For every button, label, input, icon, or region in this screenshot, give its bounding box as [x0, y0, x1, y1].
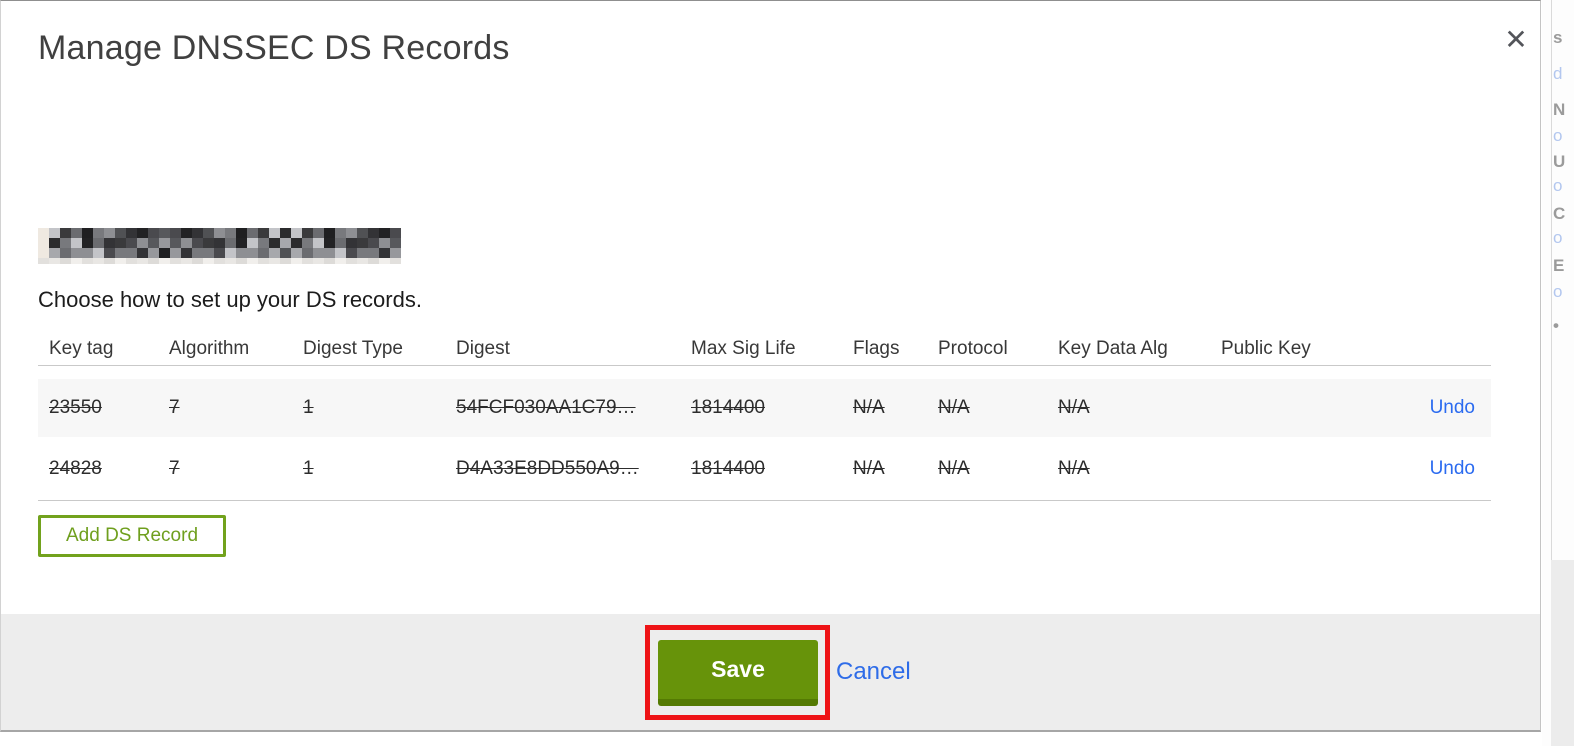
page-behind-text-fragment: o: [1553, 282, 1563, 301]
cell-key-tag: 23550: [49, 397, 102, 418]
page-behind-text-fragment: C: [1553, 204, 1566, 223]
modal-title: Manage DNSSEC DS Records: [38, 29, 510, 67]
page-behind-text-fragment: o: [1553, 228, 1563, 247]
column-header-digest: Digest: [456, 338, 510, 359]
page-behind-text-fragment: N: [1553, 100, 1566, 119]
page: Manage DNSSEC DS Records ✕ Choose how to…: [0, 0, 1574, 746]
page-behind-text-fragment: E: [1553, 256, 1565, 275]
page-behind-text-fragment: o: [1553, 126, 1563, 145]
table-row: 24828 7 1 D4A33E8DD550A9… 1814400 N/A N/…: [38, 437, 1491, 501]
column-header-public-key: Public Key: [1221, 338, 1311, 359]
table-header-row: Key tag Algorithm Digest Type Digest Max…: [38, 333, 1491, 366]
cell-max-sig-life: 1814400: [691, 397, 765, 418]
page-behind-gray-area: [1551, 560, 1574, 746]
column-header-key-tag: Key tag: [49, 338, 114, 359]
page-behind-text-fragment: s: [1553, 28, 1563, 47]
cell-algorithm: 7: [169, 457, 180, 479]
modal-footer: Save Cancel: [1, 614, 1540, 730]
page-behind-text-fragment: d: [1553, 64, 1563, 83]
undo-link[interactable]: Undo: [1430, 458, 1475, 479]
page-behind-text-fragment: •: [1553, 316, 1559, 335]
page-behind-edge-line: [1551, 0, 1552, 560]
page-behind-text-fragment: U: [1553, 152, 1566, 171]
cell-key-data-alg: N/A: [1058, 457, 1090, 479]
cell-digest: 54FCF030AA1C79…: [456, 397, 636, 418]
table-row: 23550 7 1 54FCF030AA1C79… 1814400 N/A N/…: [38, 379, 1491, 437]
undo-link[interactable]: Undo: [1430, 397, 1475, 418]
cell-protocol: N/A: [938, 397, 970, 418]
save-button[interactable]: Save: [658, 640, 818, 706]
cell-flags: N/A: [853, 397, 885, 418]
dimmed-page-behind-strip: s d No Uo Co Eo •: [1542, 0, 1574, 746]
cancel-link[interactable]: Cancel: [836, 658, 911, 686]
page-behind-text-fragment: o: [1553, 176, 1563, 195]
column-header-key-data-alg: Key Data Alg: [1058, 338, 1168, 359]
column-header-flags: Flags: [853, 338, 900, 359]
column-header-algorithm: Algorithm: [169, 338, 250, 359]
add-ds-record-button[interactable]: Add DS Record: [38, 515, 227, 557]
cell-digest-type: 1: [303, 397, 314, 418]
redacted-domain-name: [38, 228, 401, 264]
cell-algorithm: 7: [169, 397, 180, 418]
column-header-protocol: Protocol: [938, 338, 1008, 359]
table-body: 23550 7 1 54FCF030AA1C79… 1814400 N/A N/…: [38, 379, 1491, 501]
cell-protocol: N/A: [938, 457, 970, 479]
subtitle-text: Choose how to set up your DS records.: [38, 287, 422, 312]
ds-records-table: Key tag Algorithm Digest Type Digest Max…: [38, 333, 1491, 501]
column-header-max-sig-life: Max Sig Life: [691, 338, 796, 359]
column-header-digest-type: Digest Type: [303, 338, 403, 359]
cell-flags: N/A: [853, 457, 885, 479]
cell-key-data-alg: N/A: [1058, 397, 1090, 418]
cell-digest-type: 1: [303, 457, 314, 479]
cell-key-tag: 24828: [49, 457, 102, 479]
close-icon[interactable]: ✕: [1499, 23, 1533, 57]
cell-max-sig-life: 1814400: [691, 457, 765, 479]
manage-dnssec-modal: Manage DNSSEC DS Records ✕ Choose how to…: [0, 0, 1541, 732]
cell-digest: D4A33E8DD550A9…: [456, 457, 639, 479]
